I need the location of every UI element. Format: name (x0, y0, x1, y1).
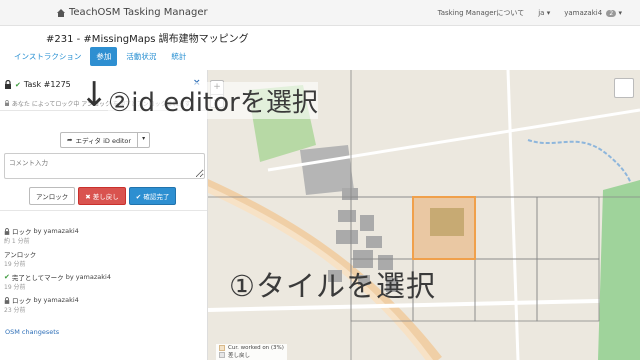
comment-input[interactable] (4, 153, 205, 179)
invalidate-button[interactable]: ✖ 差し戻し (78, 187, 126, 205)
history-time: 23 分前 (4, 307, 26, 314)
task-history: ロック by yamazaki4 約 1 分前 アンロック 19 分前 ✔ 完了… (4, 226, 204, 318)
thumbs-up-icon: ✔ (135, 193, 142, 201)
green-area (598, 180, 640, 360)
tab-contribute[interactable]: 参加 (90, 47, 118, 66)
brand-title: TeachOSM Tasking Manager (69, 7, 208, 18)
language-menu[interactable]: ja ▾ (538, 9, 550, 17)
list-item: アンロック 19 分前 (4, 249, 204, 268)
about-link[interactable]: Tasking Managerについて (438, 8, 525, 18)
road (267, 108, 640, 172)
list-item: ✔ 完了としてマーク by yamazaki4 19 分前 (4, 272, 204, 291)
project-title: #231 - #MissingMaps 調布建物マッピング (46, 34, 249, 45)
brand-link[interactable]: TeachOSM Tasking Manager (56, 7, 208, 18)
history-user: by yamazaki4 (33, 227, 79, 235)
lock-icon (5, 99, 9, 106)
building-block (300, 145, 354, 195)
unlock-button[interactable]: アンロック (29, 187, 76, 205)
project-tabs: インストラクション 参加 活動状況 統計 (8, 47, 192, 66)
legend-label: 差し戻し (228, 353, 251, 359)
building-in-tile (430, 208, 464, 236)
legend-swatch (219, 352, 225, 358)
divider (0, 210, 207, 211)
history-time: 約 1 分前 (4, 238, 30, 245)
history-user: by yamazaki4 (33, 296, 79, 304)
invalidate-label: 差し戻し (92, 193, 119, 201)
history-action: ロック (12, 297, 32, 305)
lock-icon (5, 80, 11, 89)
language-label: ja (538, 9, 545, 17)
user-menu[interactable]: yamazaki4 2 ▾ (564, 9, 622, 17)
history-action: 完了としてマーク (11, 274, 64, 282)
history-time: 19 分前 (4, 284, 26, 291)
list-item: ロック by yamazaki4 約 1 分前 (4, 226, 204, 245)
editor-label: エディタ iD editor (75, 137, 132, 145)
lock-icon (4, 296, 10, 304)
history-action: アンロック (4, 251, 37, 259)
annotation-step2: ②id editorを選択 (108, 82, 318, 119)
validate-button[interactable]: ✔ 確認完了 (128, 187, 177, 205)
history-time: 19 分前 (4, 261, 26, 268)
lock-icon (4, 227, 10, 235)
home-icon (57, 8, 65, 17)
start-editor-button[interactable]: ➦ エディタ iD editor (60, 132, 139, 148)
tab-instructions[interactable]: インストラクション (8, 47, 87, 66)
check-icon: ✔ (15, 80, 21, 89)
task-title: Task #1275 (23, 80, 71, 89)
task-actions: アンロック ✖ 差し戻し ✔ 確認完了 (29, 187, 177, 205)
task-header: ✔ Task #1275 (4, 80, 71, 89)
history-user: by yamazaki4 (65, 273, 111, 281)
arrow-down-icon: ↓ (80, 75, 109, 115)
layers-icon[interactable] (614, 78, 634, 98)
list-item: ロック by yamazaki4 23 分前 (4, 295, 204, 314)
username: yamazaki4 (564, 9, 603, 17)
arrow-right-icon: ➦ (67, 136, 73, 144)
legend-swatch (219, 345, 225, 351)
top-navbar: TeachOSM Tasking Manager Tasking Manager… (0, 0, 640, 26)
editor-dropdown[interactable]: ➦ エディタ iD editor ▾ (60, 132, 151, 148)
check-icon: ✔ (4, 273, 10, 281)
notification-badge: 2 (606, 10, 617, 17)
map-legend: Cur. worked on (3%) 差し戻し (216, 344, 287, 360)
history-action: ロック (12, 228, 32, 236)
tab-stats[interactable]: 統計 (165, 47, 192, 66)
tab-activity[interactable]: 活動状況 (120, 47, 162, 66)
annotation-step1: ①タイルを選択 (229, 269, 436, 303)
osm-changesets-link[interactable]: OSM changesets (5, 328, 59, 336)
editor-caret-button[interactable]: ▾ (138, 132, 151, 148)
thumbs-down-icon: ✖ (85, 193, 91, 201)
validate-label: 確認完了 (143, 193, 170, 201)
road (506, 70, 520, 360)
